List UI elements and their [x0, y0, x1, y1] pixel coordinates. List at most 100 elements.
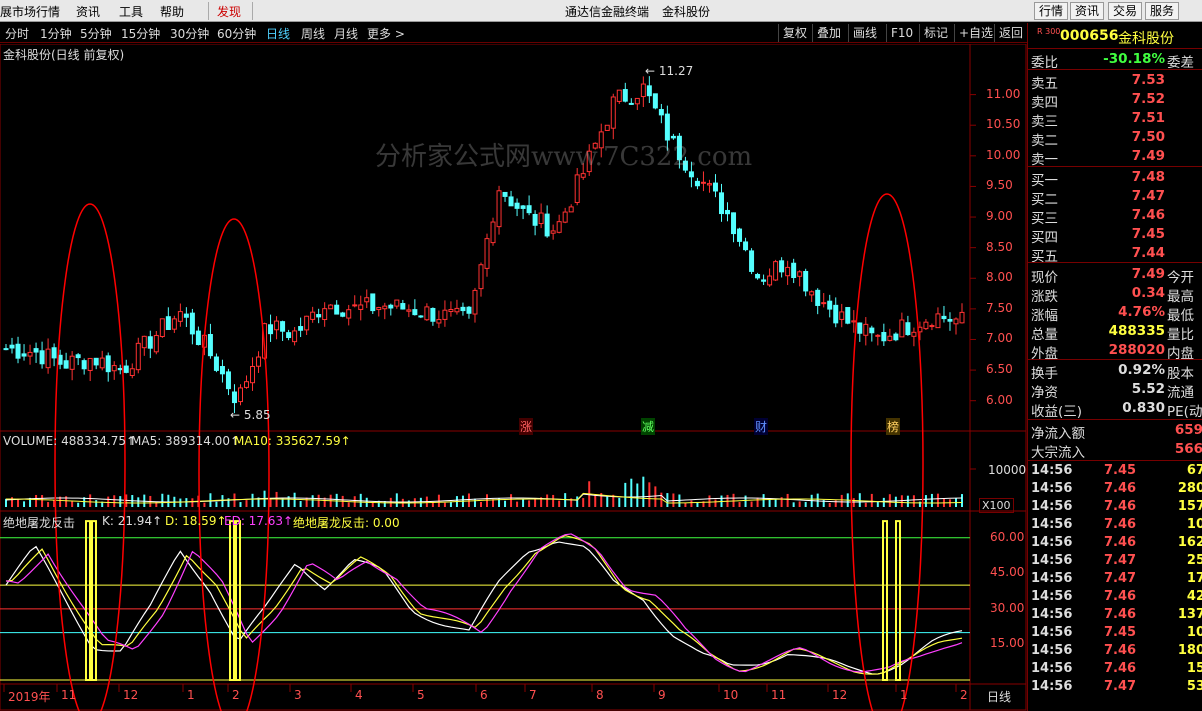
top-button-service[interactable]: 服务 — [1145, 2, 1180, 20]
kline-chart[interactable]: 金科股份(日线 前复权) 分析家公式网www.7C322.com ← 11.27… — [0, 44, 1027, 711]
price-tick-label: 6.00 — [986, 392, 1013, 407]
volume-unit-badge[interactable]: X100 — [979, 498, 1014, 513]
button-back[interactable]: 返回 — [994, 24, 1027, 42]
tick-volume: 15 — [1186, 661, 1202, 676]
tick-price: 7.46 — [1104, 535, 1137, 550]
volume-value: VOLUME: 488334.75↑ — [3, 434, 137, 448]
candle-body — [472, 289, 478, 315]
top-button-trade[interactable]: 交易 — [1108, 2, 1143, 20]
tick-price: 7.46 — [1104, 517, 1137, 532]
candle-body — [418, 315, 424, 318]
candle-body — [183, 313, 189, 318]
period-monthly[interactable]: 月线 — [334, 25, 358, 42]
tick-volume: 180 — [1177, 643, 1202, 658]
candle-body — [147, 336, 153, 349]
price-tick-label: 8.00 — [986, 270, 1013, 285]
period-15min[interactable]: 15分钟 — [121, 25, 160, 42]
row-value: 7.47 — [1131, 188, 1165, 204]
flow-row: 大宗流入 566 — [1028, 440, 1202, 461]
row-label: 买一 — [1031, 173, 1058, 189]
event-tag-up[interactable]: 涨 — [519, 418, 534, 435]
period-1min[interactable]: 1分钟 — [40, 25, 72, 42]
candle-body — [250, 365, 256, 384]
tick-volume: 25 — [1186, 553, 1202, 568]
tick-row: 14:56 7.46 180 — [1028, 643, 1202, 661]
app-window: 展市场行情 资讯 工具 帮助 发现 通达信金融终端 金科股份 行情 资讯 交易 … — [0, 0, 1202, 711]
candle-body — [412, 309, 418, 316]
tick-price: 7.46 — [1104, 607, 1137, 622]
candle-body — [39, 350, 45, 365]
candle-body — [123, 365, 129, 373]
candle-body — [628, 102, 634, 105]
price-tick-label: 6.50 — [986, 362, 1013, 377]
candle-body — [400, 303, 406, 310]
button-overlay[interactable]: 叠加 — [812, 24, 845, 42]
tick-volume: 53 — [1186, 679, 1202, 694]
indicator-k-line — [5, 541, 963, 675]
period-60min[interactable]: 60分钟 — [217, 25, 256, 42]
candle-body — [466, 306, 472, 314]
candle-body — [442, 309, 448, 320]
indicator-k: K: 21.94↑ — [102, 514, 163, 528]
menu-market[interactable]: 展市场行情 — [0, 3, 60, 20]
row-extra-label: 流通 — [1167, 385, 1194, 401]
period-timeshare[interactable]: 分时 — [5, 25, 29, 42]
candle-body — [219, 366, 225, 375]
menu-tools[interactable]: 工具 — [119, 3, 143, 20]
quote-row: 总量 488335 量比 — [1028, 322, 1202, 343]
top-button-news[interactable]: 资讯 — [1070, 2, 1105, 20]
tick-volume: 137 — [1177, 607, 1202, 622]
ask-row: 卖四 7.52 — [1028, 90, 1202, 111]
candle-body — [725, 209, 731, 215]
candle-body — [334, 304, 340, 315]
button-f10[interactable]: F10 — [886, 24, 917, 42]
menu-news[interactable]: 资讯 — [76, 3, 100, 20]
event-tag-rank[interactable]: 榜 — [886, 418, 901, 435]
period-weekly[interactable]: 周线 — [301, 25, 325, 42]
candle-body — [911, 331, 917, 337]
period-daily[interactable]: 日线 — [266, 25, 290, 42]
event-tag-reduce[interactable]: 减 — [641, 418, 656, 435]
candle-body — [129, 368, 135, 376]
row-extra-label: 股本 — [1167, 366, 1194, 382]
candle-body — [833, 304, 839, 324]
top-button-quote[interactable]: 行情 — [1034, 2, 1069, 20]
candle-body — [568, 206, 574, 213]
period-more[interactable]: 更多 > — [367, 25, 405, 42]
tick-time: 14:56 — [1031, 661, 1073, 676]
tick-row: 14:56 7.46 15 — [1028, 661, 1202, 679]
tick-volume: 162 — [1177, 535, 1202, 550]
menu-divider — [252, 2, 253, 20]
tick-row: 14:56 7.46 162 — [1028, 535, 1202, 553]
row-value: 7.46 — [1131, 207, 1165, 223]
menu-help[interactable]: 帮助 — [160, 3, 184, 20]
candle-body — [207, 333, 213, 357]
candle-body — [785, 266, 791, 277]
row-value: 488335 — [1108, 323, 1165, 339]
button-mark[interactable]: 标记 — [919, 24, 952, 42]
candle-body — [706, 183, 712, 186]
candle-body — [544, 213, 550, 237]
candle-body — [460, 306, 466, 312]
period-5min[interactable]: 5分钟 — [80, 25, 112, 42]
candle-body — [640, 83, 646, 98]
candle-body — [352, 304, 358, 307]
period-label[interactable]: 日线 — [987, 688, 1011, 705]
button-add-favorite[interactable]: +自选 — [954, 24, 997, 42]
button-adjust[interactable]: 复权 — [778, 24, 811, 42]
candle-body — [851, 320, 857, 323]
tick-time: 14:56 — [1031, 463, 1073, 478]
date-tick-label: 5 — [417, 688, 425, 702]
tick-row: 14:56 7.47 53 — [1028, 679, 1202, 697]
event-tag-finance[interactable]: 财 — [754, 418, 769, 435]
candle-body — [81, 360, 87, 370]
candle-body — [93, 357, 99, 366]
signal-bar — [85, 520, 91, 681]
button-draw[interactable]: 画线 — [848, 24, 881, 42]
period-30min[interactable]: 30分钟 — [170, 25, 209, 42]
market-badge: R 300 — [1037, 27, 1061, 36]
tick-price: 7.45 — [1104, 625, 1137, 640]
menu-discover[interactable]: 发现 — [217, 3, 241, 20]
tick-time: 14:56 — [1031, 643, 1073, 658]
row-label: 现价 — [1031, 270, 1058, 286]
